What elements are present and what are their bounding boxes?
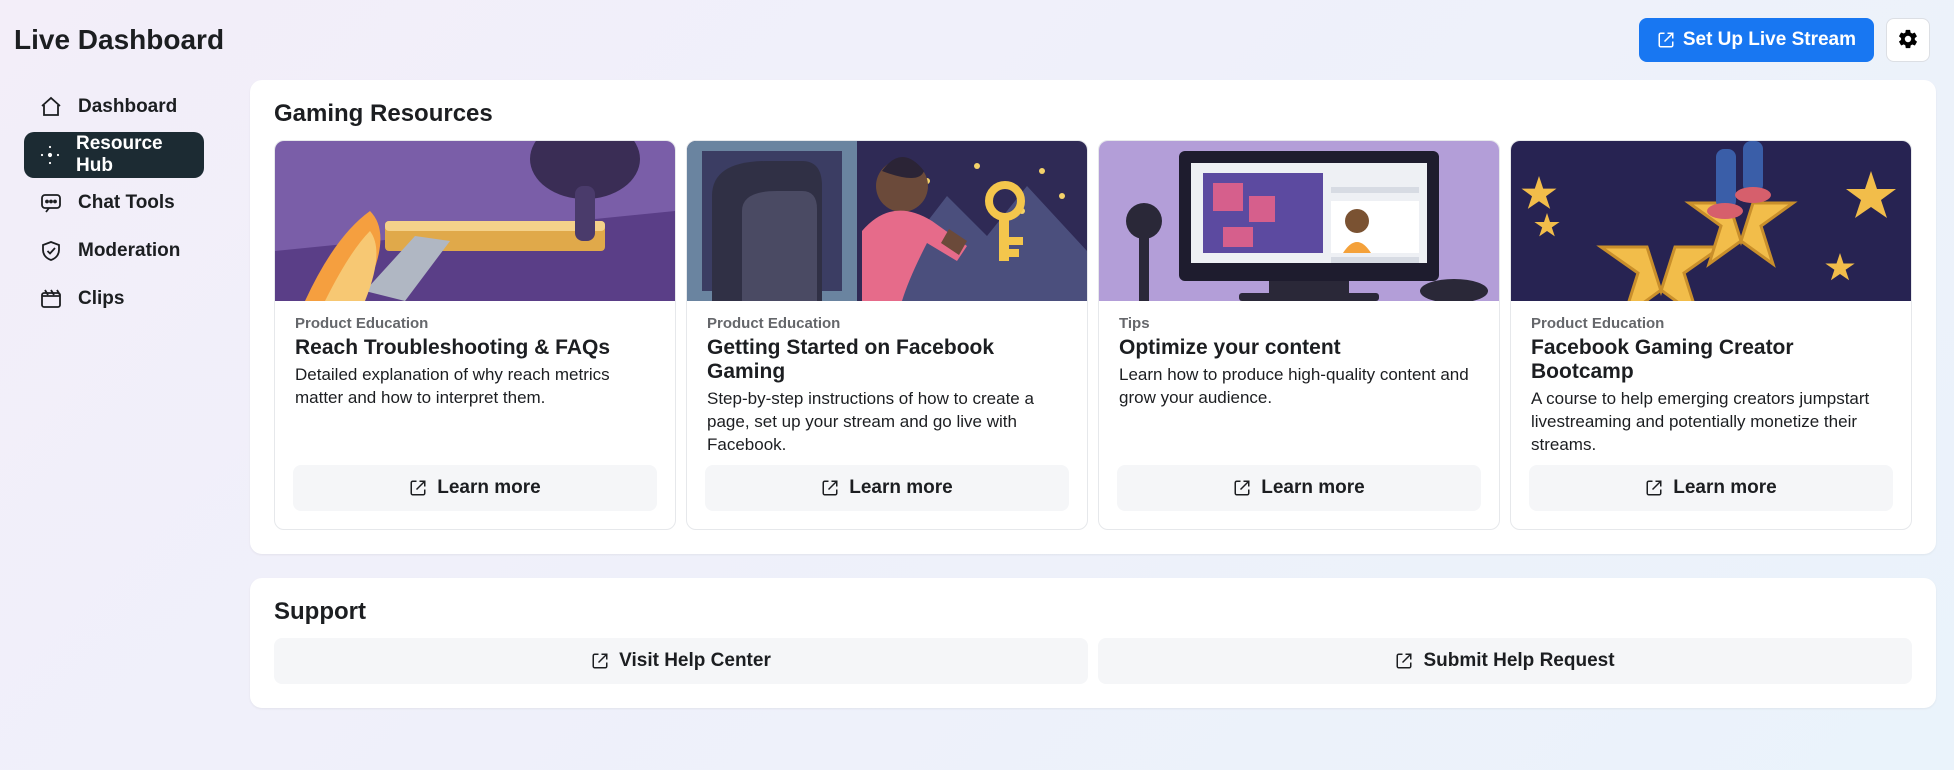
gaming-resources-panel: Gaming Resources (250, 80, 1936, 554)
setup-live-stream-label: Set Up Live Stream (1683, 29, 1856, 51)
external-link-icon (1645, 479, 1663, 497)
external-link-icon (821, 479, 839, 497)
learn-more-label: Learn more (437, 477, 540, 499)
visit-help-center-label: Visit Help Center (619, 650, 771, 672)
card-desc: Learn how to produce high-quality conten… (1119, 364, 1479, 410)
card-title: Getting Started on Facebook Gaming (707, 336, 1067, 384)
card-illustration (1511, 141, 1911, 301)
card-illustration (275, 141, 675, 301)
external-link-icon (591, 652, 609, 670)
learn-more-label: Learn more (1261, 477, 1364, 499)
card-desc: Step-by-step instructions of how to crea… (707, 388, 1067, 457)
sidebar-item-label: Resource Hub (76, 133, 190, 177)
card-title: Reach Troubleshooting & FAQs (295, 336, 655, 360)
sidebar: Dashboard Resource Hub Chat Tools Modera… (0, 74, 224, 732)
card-desc: Detailed explanation of why reach metric… (295, 364, 655, 410)
learn-more-button[interactable]: Learn more (705, 465, 1069, 511)
card-title: Facebook Gaming Creator Bootcamp (1531, 336, 1891, 384)
sidebar-item-dashboard[interactable]: Dashboard (24, 84, 204, 130)
visit-help-center-button[interactable]: Visit Help Center (274, 638, 1088, 684)
card-tag: Product Education (707, 315, 1067, 332)
external-link-icon (1657, 31, 1675, 49)
resource-icon (38, 142, 62, 168)
resource-card: Product Education Facebook Gaming Creato… (1510, 140, 1912, 530)
setup-live-stream-button[interactable]: Set Up Live Stream (1639, 18, 1874, 62)
resource-card: Tips Optimize your content Learn how to … (1098, 140, 1500, 530)
shield-icon (38, 238, 64, 264)
card-desc: A course to help emerging creators jumps… (1531, 388, 1891, 457)
submit-help-request-button[interactable]: Submit Help Request (1098, 638, 1912, 684)
learn-more-button[interactable]: Learn more (293, 465, 657, 511)
card-tag: Tips (1119, 315, 1479, 332)
home-icon (38, 94, 64, 120)
card-tag: Product Education (295, 315, 655, 332)
learn-more-label: Learn more (1673, 477, 1776, 499)
support-panel: Support Visit Help Center Submit Help Re… (250, 578, 1936, 708)
clip-icon (38, 286, 64, 312)
card-illustration (687, 141, 1087, 301)
sidebar-item-clips[interactable]: Clips (24, 276, 204, 322)
submit-help-request-label: Submit Help Request (1423, 650, 1614, 672)
sidebar-item-resource-hub[interactable]: Resource Hub (24, 132, 204, 178)
learn-more-button[interactable]: Learn more (1529, 465, 1893, 511)
external-link-icon (1395, 652, 1413, 670)
sidebar-item-moderation[interactable]: Moderation (24, 228, 204, 274)
settings-button[interactable] (1886, 18, 1930, 62)
support-title: Support (274, 598, 1912, 626)
sidebar-item-label: Chat Tools (78, 192, 175, 214)
page-title: Live Dashboard (14, 24, 224, 56)
card-illustration (1099, 141, 1499, 301)
card-tag: Product Education (1531, 315, 1891, 332)
resource-card: Product Education Reach Troubleshooting … (274, 140, 676, 530)
sidebar-item-label: Moderation (78, 240, 180, 262)
resource-card: Product Education Getting Started on Fac… (686, 140, 1088, 530)
learn-more-label: Learn more (849, 477, 952, 499)
sidebar-item-chat-tools[interactable]: Chat Tools (24, 180, 204, 226)
external-link-icon (409, 479, 427, 497)
gear-icon (1897, 28, 1919, 53)
sidebar-item-label: Clips (78, 288, 124, 310)
card-title: Optimize your content (1119, 336, 1479, 360)
chat-icon (38, 190, 64, 216)
gaming-resources-title: Gaming Resources (274, 100, 1912, 128)
external-link-icon (1233, 479, 1251, 497)
sidebar-item-label: Dashboard (78, 96, 177, 118)
learn-more-button[interactable]: Learn more (1117, 465, 1481, 511)
